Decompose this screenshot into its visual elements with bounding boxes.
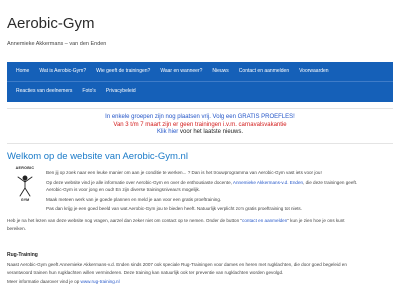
main-navigation: Home Wat is Aerobic-Gym? Wie geeft de tr…: [7, 62, 393, 102]
welcome-paragraph-4: Pas dan krijg je een goed beeld van wat …: [46, 206, 302, 211]
paragraph-text: Heb je na het lezen van deze website nog…: [7, 218, 243, 223]
nav-item-wat-is-aerobic-gym[interactable]: Wat is Aerobic-Gym?: [34, 62, 91, 80]
site-subtitle: Annemieke Akkermans – van den Enden: [7, 41, 107, 47]
nav-item-contact-en-aanmelden[interactable]: Contact en aanmelden: [234, 62, 294, 80]
welcome-paragraph-1: Ben jij op zoek naar een leuke manier om…: [46, 170, 322, 175]
nav-row-2: Reacties van deelnemers Foto's Privacybe…: [7, 82, 141, 100]
nav-item-waar-en-wanneer[interactable]: Waar en wanneer?: [155, 62, 207, 80]
announcement-block: In enkele groepen zijn nog plaatsen vrij…: [0, 114, 400, 137]
divider: [7, 108, 393, 109]
paragraph-text: , die deze trainingen geeft.: [303, 180, 358, 185]
welcome-paragraph-3: Maak meteen werk van je goede plannen en…: [46, 197, 222, 202]
welcome-paragraph-2: Op deze website vind je alle informatie …: [46, 180, 357, 186]
contact-aanmelden-link[interactable]: contact en aanmelden: [242, 218, 287, 223]
paragraph-text: " kun je zien hoe je ons kunt: [287, 218, 345, 223]
nav-item-nieuws[interactable]: Nieuws: [207, 62, 233, 80]
announcement-news: Klik hier voor het laatste nieuws.: [0, 129, 400, 137]
news-link-text: voor het laatste nieuws.: [178, 129, 244, 135]
site-title[interactable]: Aerobic-Gym: [7, 15, 95, 32]
nav-item-fotos[interactable]: Foto's: [77, 82, 100, 100]
nav-row-1: Home Wat is Aerobic-Gym? Wie geeft de tr…: [7, 62, 334, 80]
news-link[interactable]: Klik hier: [157, 129, 178, 135]
welcome-paragraph-5: Heb je na het lezen van deze website nog…: [7, 218, 345, 224]
nav-item-voorwaarden[interactable]: Voorwaarden: [294, 62, 333, 80]
paragraph-text: Op deze website vind je alle informatie …: [46, 180, 233, 185]
nav-item-reacties[interactable]: Reacties van deelnemers: [7, 82, 77, 100]
rug-paragraph-2: verantwoord trainen hun rugklachten will…: [7, 270, 284, 275]
rug-paragraph-1: Naast Aerobic-Gym geeft Annemieke Akkerm…: [7, 262, 347, 267]
nav-item-wie-geeft-trainingen[interactable]: Wie geeft de trainingen?: [91, 62, 155, 80]
docente-link[interactable]: Annemieke Akkermans-v.d. Enden: [233, 180, 303, 185]
aerobic-gym-logo: [17, 175, 33, 197]
divider: [7, 143, 393, 144]
logo-text-top: AEROBIC: [15, 166, 35, 170]
welcome-paragraph-5b: bereiken.: [7, 226, 26, 231]
rug-training-link[interactable]: www.rug-training.nl: [81, 279, 120, 284]
rug-paragraph-3: Meer informatie daarover vind je op www.…: [7, 279, 120, 285]
logo-text-bottom: GYM: [20, 198, 30, 202]
nav-item-home[interactable]: Home: [7, 62, 34, 80]
nav-item-privacybeleid[interactable]: Privacybeleid: [101, 82, 141, 100]
announcement-carnaval: Van 3 t/m 7 maart zijn er geen traininge…: [113, 121, 287, 128]
welcome-paragraph-2b: Aerobic-Gym is voor jong en oud! En zijn…: [46, 187, 201, 192]
rug-training-heading: Rug-Training: [7, 252, 38, 258]
paragraph-text: Meer informatie daarover vind je op: [7, 279, 81, 284]
welcome-heading: Welkom op de website van Aerobic-Gym.nl: [7, 151, 188, 162]
announcement-free-trial: In enkele groepen zijn nog plaatsen vrij…: [105, 114, 295, 120]
